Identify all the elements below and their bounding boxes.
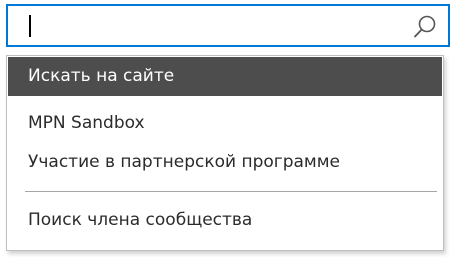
suggestions-divider [25,191,437,192]
suggestions-dropdown: Искать на сайте MPN Sandbox Участие в па… [6,55,444,251]
suggestion-find-community-member[interactable]: Поиск члена сообщества [8,201,442,240]
search-icon[interactable] [412,14,438,40]
suggestion-partner-program[interactable]: Участие в партнерской программе [8,143,442,182]
suggestion-mpn-sandbox[interactable]: MPN Sandbox [8,104,442,143]
search-input[interactable] [32,6,392,45]
search-box[interactable] [6,4,450,47]
suggestion-search-site[interactable]: Искать на сайте [8,57,442,96]
text-caret [29,15,31,37]
